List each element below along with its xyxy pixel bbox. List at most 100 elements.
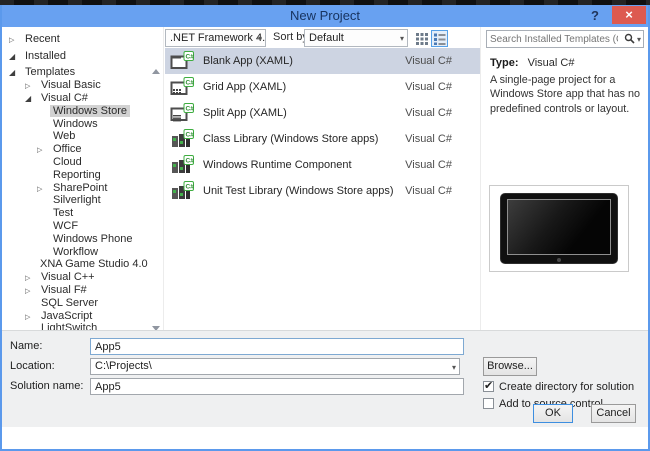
location-combo[interactable]: C:\Projects\ ▾	[90, 358, 460, 375]
small-icons-view-button[interactable]	[413, 30, 430, 47]
chevron-expanded-icon	[9, 66, 22, 78]
tree-item-sharepoint[interactable]: SharePoint	[2, 181, 150, 194]
template-language: Visual C#	[405, 133, 452, 145]
svg-text:C#: C#	[186, 80, 195, 87]
chevron-collapsed-icon	[9, 33, 22, 45]
tree-item-javascript[interactable]: JavaScript	[2, 309, 150, 322]
tree-item-label: Reporting	[53, 168, 101, 181]
scrollbar-up-arrow[interactable]	[152, 69, 160, 74]
tree-item-label: Templates	[25, 66, 76, 79]
title-bar[interactable]: New Project ? ×	[2, 5, 648, 27]
chevron-down-icon: ▾	[451, 363, 456, 372]
tree-item-test[interactable]: Test	[2, 207, 150, 220]
tree-item-label: Silverlight	[53, 194, 101, 207]
list-view-icon	[434, 33, 446, 45]
name-label: Name:	[10, 340, 43, 352]
grid-app-template-icon: C#	[170, 77, 194, 97]
template-type-row: Type: Visual C#	[490, 57, 574, 69]
template-item-split-app[interactable]: C# Split App (XAML) Visual C#	[165, 100, 480, 126]
template-item-grid-app[interactable]: C# Grid App (XAML) Visual C#	[165, 74, 480, 100]
template-description: A single-page project for a Windows Stor…	[490, 74, 641, 115]
tablet-camera-dot	[557, 258, 561, 262]
search-input[interactable]	[490, 32, 618, 46]
template-name: Windows Runtime Component	[203, 159, 352, 171]
sort-dropdown-value: Default	[309, 32, 344, 44]
sort-dropdown[interactable]: Default ▾	[304, 29, 408, 47]
dialog-title: New Project	[289, 8, 361, 23]
create-directory-label: Create directory for solution	[499, 380, 635, 393]
tree-item-xna-game-studio[interactable]: XNA Game Studio 4.0	[2, 258, 150, 271]
template-item-blank-app[interactable]: C# Blank App (XAML) Visual C#	[165, 48, 480, 74]
sidebar-item-installed[interactable]: Installed	[9, 48, 69, 64]
framework-dropdown[interactable]: .NET Framework 4.5 ▾	[165, 29, 266, 47]
tree-item-label: WCF	[53, 219, 79, 232]
search-icon	[624, 33, 635, 44]
tree-item-windows[interactable]: Windows	[2, 117, 150, 130]
close-button[interactable]: ×	[612, 6, 646, 24]
chevron-collapsed-icon	[25, 310, 38, 322]
template-language: Visual C#	[405, 159, 452, 171]
template-name: Blank App (XAML)	[203, 55, 293, 67]
tree-item-label: SQL Server	[41, 296, 99, 309]
tree-item-label: Test	[53, 207, 74, 220]
split-app-template-icon: C#	[170, 103, 194, 123]
search-box: ▾	[486, 30, 644, 48]
sidebar-item-recent[interactable]: Recent	[9, 31, 63, 47]
create-directory-checkbox-row[interactable]: ✔ Create directory for solution	[483, 380, 634, 393]
tree-item-reporting[interactable]: Reporting	[2, 168, 150, 181]
chevron-expanded-icon	[9, 50, 22, 62]
solution-name-label: Solution name:	[10, 380, 84, 392]
template-name: Unit Test Library (Windows Store apps)	[203, 185, 394, 197]
chevron-expanded-icon	[25, 92, 38, 104]
template-item-unit-test-library[interactable]: C# Unit Test Library (Windows Store apps…	[165, 178, 480, 204]
chevron-down-icon: ▾	[257, 34, 262, 43]
name-field[interactable]	[90, 338, 464, 355]
search-icon-group: ▾	[624, 33, 641, 45]
type-label: Type:	[490, 57, 519, 69]
help-button[interactable]: ?	[584, 5, 606, 27]
create-directory-checkbox[interactable]: ✔	[483, 380, 494, 392]
svg-text:C#: C#	[186, 54, 195, 61]
tree-item-label: Visual C#	[41, 91, 88, 104]
chevron-collapsed-icon	[37, 143, 50, 155]
checkmark-icon: ✔	[484, 380, 494, 392]
tree-item-web[interactable]: Web	[2, 130, 150, 143]
tree-item-visual-csharp[interactable]: Visual C#	[2, 92, 150, 105]
tree-item-windows-phone[interactable]: Windows Phone	[2, 232, 150, 245]
tree-item-sql-server[interactable]: SQL Server	[2, 296, 150, 309]
tree-item-office[interactable]: Office	[2, 143, 150, 156]
dialog-footer: Name: Location: C:\Projects\ ▾ Browse...…	[2, 330, 648, 427]
tree-item-visual-basic[interactable]: Visual Basic	[2, 79, 150, 92]
tree-item-label: Workflow	[53, 245, 99, 258]
template-item-windows-runtime-component[interactable]: C# Windows Runtime Component Visual C#	[165, 152, 480, 178]
template-preview-box	[489, 185, 629, 272]
cancel-button[interactable]: Cancel	[591, 404, 636, 423]
small-icons-view-icon	[416, 33, 428, 45]
tree-item-label: Cloud	[53, 155, 82, 168]
add-source-control-checkbox[interactable]	[483, 398, 494, 409]
tree-item-windows-store[interactable]: Windows Store	[2, 104, 150, 117]
tree-item-workflow[interactable]: Workflow	[2, 245, 150, 258]
chevron-collapsed-icon	[25, 284, 38, 296]
solution-name-field[interactable]	[90, 378, 464, 395]
ok-button[interactable]: OK	[533, 404, 573, 423]
list-view-button[interactable]	[431, 30, 448, 47]
template-language: Visual C#	[405, 81, 452, 93]
tree-item-templates[interactable]: Templates	[2, 66, 150, 79]
tree-item-label: Windows Phone	[53, 232, 133, 245]
svg-text:C#: C#	[186, 132, 195, 139]
tree-item-visual-cpp[interactable]: Visual C++	[2, 271, 150, 284]
tree-item-label: Visual C++	[41, 271, 95, 284]
template-category-tree: Templates Visual Basic Visual C# Windows…	[2, 66, 150, 332]
tablet-device-image	[500, 193, 618, 264]
sidebar-divider	[163, 27, 164, 352]
template-language: Visual C#	[405, 55, 452, 67]
tree-item-visual-fsharp[interactable]: Visual F#	[2, 284, 150, 297]
tree-item-wcf[interactable]: WCF	[2, 220, 150, 233]
tree-item-silverlight[interactable]: Silverlight	[2, 194, 150, 207]
tree-item-label: Web	[53, 130, 76, 143]
browse-button[interactable]: Browse...	[483, 357, 537, 376]
tree-item-cloud[interactable]: Cloud	[2, 156, 150, 169]
close-icon: ×	[625, 7, 633, 22]
template-item-class-library[interactable]: C# Class Library (Windows Store apps) Vi…	[165, 126, 480, 152]
